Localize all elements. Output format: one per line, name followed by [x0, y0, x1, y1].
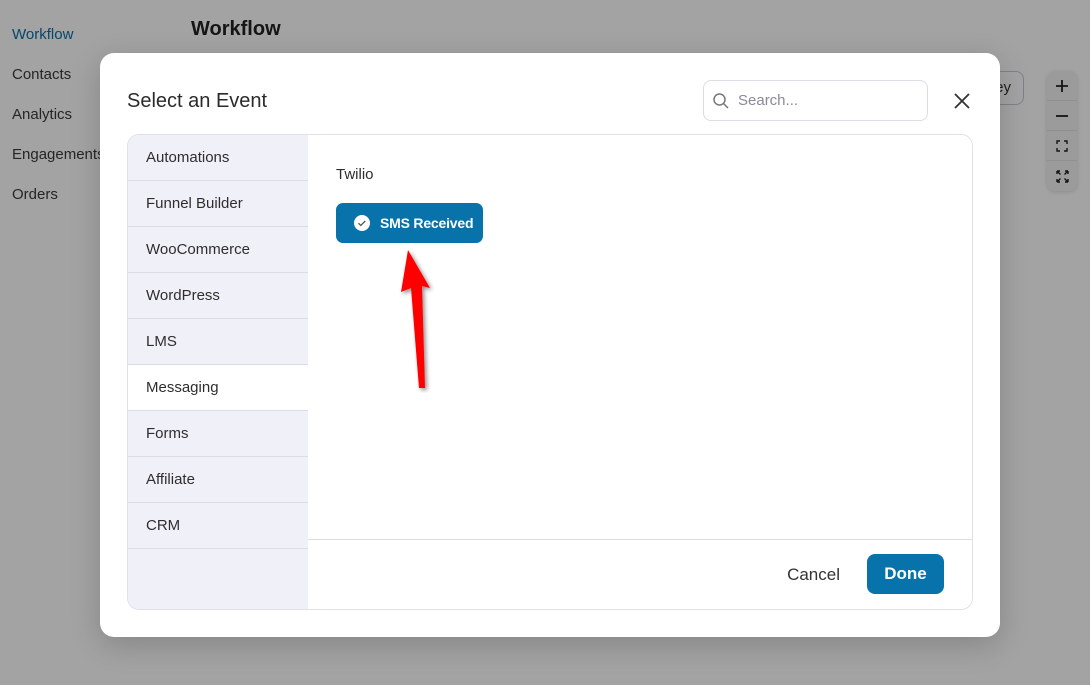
modal-body: Automations Funnel Builder WooCommerce W… — [127, 134, 973, 610]
category-lms[interactable]: LMS — [128, 319, 308, 365]
search-icon — [713, 92, 729, 109]
category-forms[interactable]: Forms — [128, 411, 308, 457]
category-affiliate[interactable]: Affiliate — [128, 457, 308, 503]
modal-footer: Cancel Done — [308, 539, 972, 609]
search-field[interactable] — [703, 80, 928, 121]
select-event-modal: Select an Event Automations Funnel Build… — [100, 53, 1000, 637]
event-sms-received[interactable]: SMS Received — [336, 203, 483, 243]
category-wordpress[interactable]: WordPress — [128, 273, 308, 319]
modal-title: Select an Event — [127, 90, 268, 112]
check-circle-icon — [354, 215, 370, 231]
category-messaging[interactable]: Messaging — [128, 365, 308, 411]
close-button[interactable] — [951, 90, 973, 112]
done-button[interactable]: Done — [867, 554, 944, 594]
event-content: Twilio SMS Received Cancel Done — [308, 135, 972, 609]
category-crm[interactable]: CRM — [128, 503, 308, 549]
category-funnel-builder[interactable]: Funnel Builder — [128, 181, 308, 227]
cancel-button[interactable]: Cancel — [787, 565, 840, 585]
close-icon — [954, 93, 970, 109]
category-woocommerce[interactable]: WooCommerce — [128, 227, 308, 273]
event-group-label: Twilio — [336, 166, 374, 183]
category-list: Automations Funnel Builder WooCommerce W… — [128, 135, 308, 609]
event-label: SMS Received — [380, 215, 474, 231]
category-automations[interactable]: Automations — [128, 135, 308, 181]
search-input[interactable] — [738, 92, 908, 109]
